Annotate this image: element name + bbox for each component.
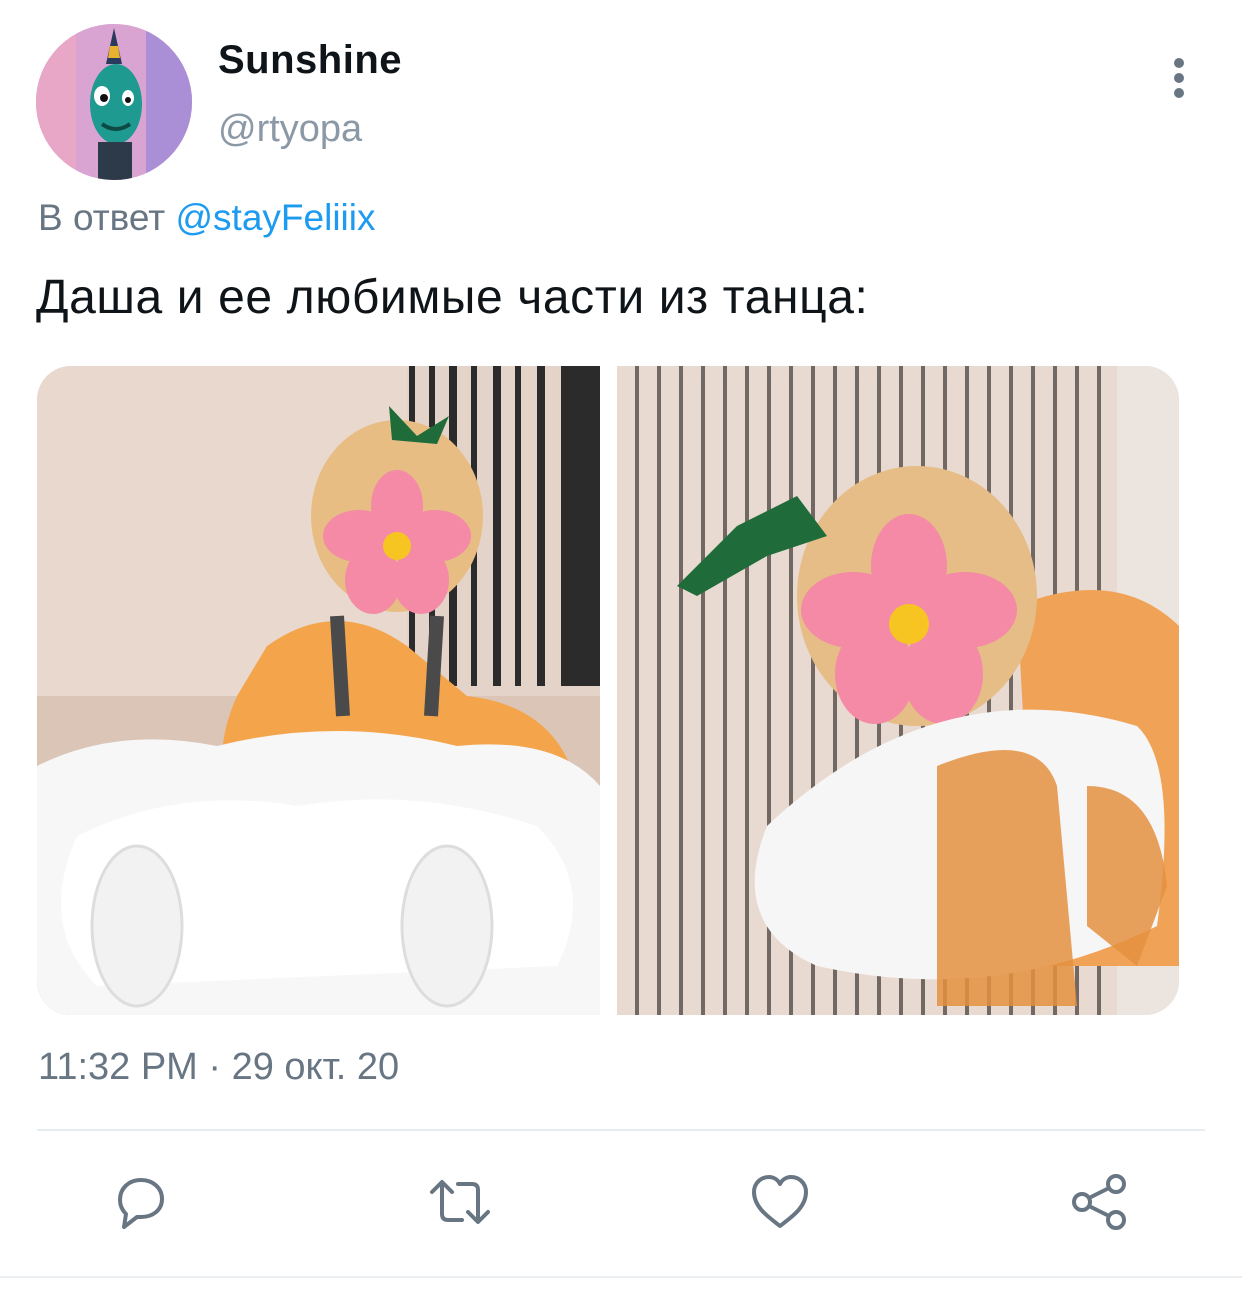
retweet-button[interactable] xyxy=(428,1170,492,1234)
avatar[interactable] xyxy=(36,24,192,180)
photo-person-sitting xyxy=(37,366,600,1015)
reply-icon xyxy=(118,1178,164,1229)
display-name[interactable]: Sunshine xyxy=(218,38,402,83)
divider xyxy=(0,1276,1242,1278)
divider xyxy=(37,1129,1205,1131)
reply-prefix: В ответ xyxy=(38,197,166,238)
photo-person-with-pillow xyxy=(617,366,1179,1015)
tweet-timestamp: 11:32 PM · 29 окт. 20 xyxy=(38,1046,400,1088)
user-handle[interactable]: @rtyopa xyxy=(218,108,362,151)
reply-mention-link[interactable]: @stayFeliiix xyxy=(176,197,376,238)
like-icon xyxy=(752,1175,808,1228)
share-icon xyxy=(1072,1174,1126,1230)
reply-context: В ответ @stayFeliiix xyxy=(38,197,375,239)
tweet-text: Даша и ее любимые части из танца: xyxy=(36,271,869,324)
share-button[interactable] xyxy=(1068,1170,1132,1234)
retweet-icon xyxy=(430,1180,490,1224)
media-photo-1[interactable] xyxy=(37,366,600,1015)
avatar-cartoon-fish-icon xyxy=(36,24,192,180)
media-grid[interactable] xyxy=(37,366,1179,1015)
like-button[interactable] xyxy=(748,1170,812,1234)
media-photo-2[interactable] xyxy=(617,366,1179,1015)
reply-button[interactable] xyxy=(108,1170,172,1234)
more-options-icon[interactable] xyxy=(1162,56,1198,100)
